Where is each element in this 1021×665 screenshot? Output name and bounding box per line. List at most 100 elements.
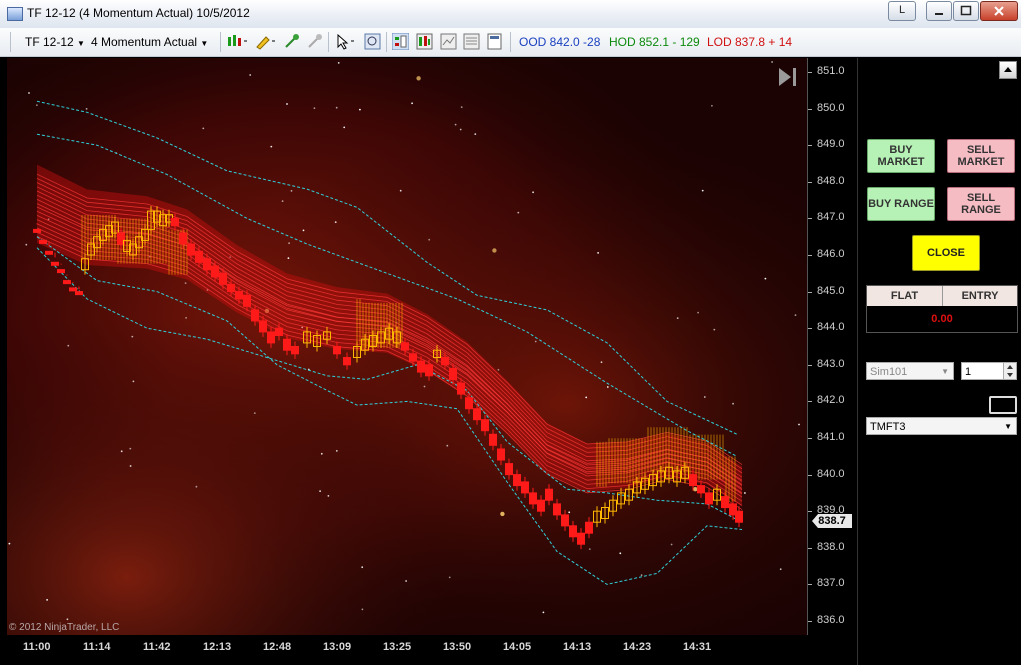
cursor-icon[interactable] [335, 33, 357, 50]
star [744, 492, 746, 494]
entry-header: ENTRY [943, 286, 1017, 306]
star [497, 368, 500, 371]
crosshair-icon[interactable] [283, 33, 300, 50]
chart-style-icon[interactable] [226, 33, 248, 50]
instrument-selector[interactable]: TF 12-12 ▼ [25, 35, 85, 49]
candle-body [343, 357, 351, 366]
y-tick [808, 364, 812, 366]
candle-body [697, 485, 705, 494]
candle-body [267, 331, 275, 344]
candle-body [417, 360, 425, 373]
quantity-spin-buttons[interactable] [1003, 363, 1016, 379]
candle-body [705, 492, 713, 505]
account-select[interactable]: Sim101 ▼ [866, 362, 954, 380]
y-tick [808, 328, 812, 330]
price-chart[interactable] [7, 58, 807, 635]
arrow-up-icon [1004, 67, 1012, 72]
star [249, 74, 252, 76]
indicators-icon[interactable] [440, 33, 457, 50]
chart-trader-icon[interactable] [392, 33, 409, 50]
candle-body [553, 503, 561, 516]
candle-body [75, 291, 83, 296]
period-selector[interactable]: 4 Momentum Actual ▼ [91, 35, 208, 49]
y-tick [808, 621, 812, 622]
candle-body [275, 327, 283, 337]
x-tick-label: 11:00 [23, 641, 51, 653]
y-tick [808, 474, 812, 476]
candle-body [219, 272, 227, 285]
global-crosshair-icon[interactable] [306, 33, 323, 50]
buy-range-button[interactable]: BUY RANGE [867, 187, 935, 221]
time-axis[interactable]: 11:00 11:14 11:42 12:13 12:48 13:09 13:25 13:50… [0, 635, 857, 665]
x-tick-label: 11:42 [143, 641, 171, 653]
y-tick [808, 511, 812, 513]
maximize-button[interactable] [953, 1, 979, 21]
strategy-icon[interactable] [416, 33, 433, 50]
candle-body [689, 474, 697, 487]
star [253, 412, 256, 414]
high-of-day-label: HOD 852.1 - 129 [609, 35, 700, 49]
star [459, 128, 462, 131]
copyright-text: © 2012 NinjaTrader, LLC [9, 622, 120, 633]
star [588, 548, 591, 550]
y-tick [808, 584, 812, 586]
chart-panel[interactable]: © 2012 NinjaTrader, LLC [7, 58, 807, 635]
star [66, 618, 69, 621]
star [67, 344, 70, 347]
star [454, 123, 457, 126]
star [764, 277, 767, 280]
close-window-button[interactable] [980, 1, 1018, 21]
candle-body [569, 525, 577, 538]
instrument-label: TF 12-12 [25, 35, 74, 49]
candle-body [203, 258, 211, 271]
candle-body [449, 368, 457, 380]
quantity-stepper[interactable]: 1 [961, 362, 1017, 380]
app-icon [7, 7, 23, 21]
atm-strategy-select[interactable]: TMFT3 ▼ [866, 417, 1017, 435]
star [36, 104, 38, 107]
y-tick-label: 846.0 [817, 248, 845, 260]
candle-body [489, 433, 497, 446]
star [359, 108, 361, 111]
y-tick-label: 836.0 [817, 614, 845, 626]
sell-range-button[interactable]: SELL RANGE [947, 187, 1015, 221]
candle-body [283, 338, 291, 351]
strategy-value: TMFT3 [870, 421, 906, 433]
candle-body [481, 419, 489, 432]
y-tick-label: 844.0 [817, 321, 845, 334]
candle-body [577, 532, 585, 545]
star [28, 92, 30, 94]
y-tick [808, 72, 812, 73]
panel-scroll-up-button[interactable] [999, 61, 1017, 79]
data-box-icon[interactable] [486, 33, 503, 50]
sell-market-button[interactable]: SELL MARKET [947, 139, 1015, 173]
candle-body [409, 353, 417, 362]
star [676, 317, 679, 319]
properties-icon[interactable] [463, 33, 480, 50]
window-badge-button[interactable]: L [888, 1, 916, 21]
star [120, 450, 123, 453]
candle-body [259, 320, 267, 333]
x-tick-label: 14:31 [683, 641, 712, 653]
zoom-icon[interactable] [364, 33, 381, 50]
star [670, 543, 673, 546]
star [713, 328, 716, 331]
star [492, 248, 497, 253]
close-position-button[interactable]: CLOSE [912, 235, 980, 271]
pencil-icon[interactable] [254, 33, 276, 50]
price-axis[interactable]: 851.0 850.0 849.0 848.0 847.0 846.0 845.0 844.0… [807, 58, 858, 635]
status-indicator [989, 396, 1017, 414]
star [327, 495, 330, 497]
star [779, 568, 782, 571]
star [281, 200, 284, 203]
window-title-bar: TF 12-12 (4 Momentum Actual) 10/5/2012 L [0, 0, 1021, 29]
candle-body [473, 408, 481, 421]
buy-market-button[interactable]: BUY MARKET [867, 139, 935, 173]
minimize-button[interactable] [926, 1, 952, 21]
candle-body [251, 309, 259, 322]
star [335, 450, 338, 452]
minimize-icon [935, 13, 943, 15]
pnl-value: 0.00 [931, 313, 953, 325]
star [195, 485, 198, 488]
candle-body [243, 294, 251, 307]
